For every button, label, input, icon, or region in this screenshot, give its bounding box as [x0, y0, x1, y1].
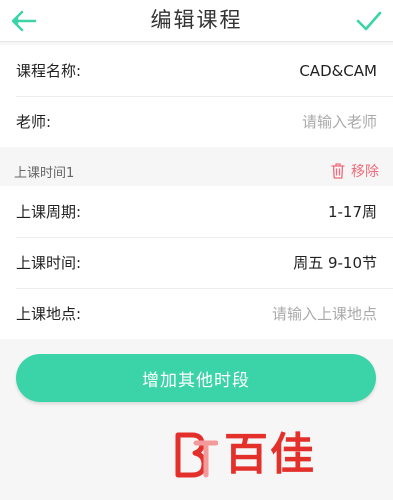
- weeks-row[interactable]: 上课周期: 1-17周: [0, 186, 393, 237]
- course-name-row[interactable]: 课程名称: CAD&CAM: [0, 45, 393, 96]
- course-info-card: 课程名称: CAD&CAM 老师:: [0, 45, 393, 147]
- remove-label: 移除: [351, 164, 379, 180]
- page-title: 编辑课程: [150, 8, 243, 32]
- watermark-text: 百佳: [224, 429, 316, 480]
- location-input[interactable]: [177, 304, 377, 323]
- weeks-value[interactable]: 1-17周: [328, 201, 377, 222]
- check-icon: [356, 11, 382, 31]
- course-name-label: 课程名称:: [16, 62, 82, 80]
- class-time-label: 上课时间:: [16, 254, 82, 272]
- weeks-label: 上课周期:: [16, 203, 82, 221]
- location-row[interactable]: 上课地点:: [0, 288, 393, 339]
- watermark-logo: 百佳: [174, 424, 374, 486]
- trash-icon: [331, 163, 345, 179]
- top-bar: 编辑课程: [0, 0, 393, 42]
- class-time-row[interactable]: 上课时间: 周五 9-10节: [0, 237, 393, 288]
- location-label: 上课地点:: [16, 305, 82, 323]
- teacher-row[interactable]: 老师:: [0, 96, 393, 147]
- confirm-button[interactable]: [353, 6, 385, 36]
- remove-time-slot-button[interactable]: 移除: [331, 161, 379, 181]
- time-slot-title: 上课时间1: [14, 165, 75, 181]
- teacher-label: 老师:: [16, 113, 52, 131]
- logo-mark-icon: [175, 432, 218, 478]
- course-name-value[interactable]: CAD&CAM: [299, 62, 377, 80]
- time-slot-card: 上课周期: 1-17周 上课时间: 周五 9-10节 上课地点:: [0, 186, 393, 339]
- add-time-slot-button[interactable]: 增加其他时段: [16, 354, 376, 402]
- teacher-input[interactable]: [177, 112, 377, 131]
- class-time-value[interactable]: 周五 9-10节: [293, 252, 377, 273]
- time-slot-header: 上课时间1 移除: [0, 156, 393, 186]
